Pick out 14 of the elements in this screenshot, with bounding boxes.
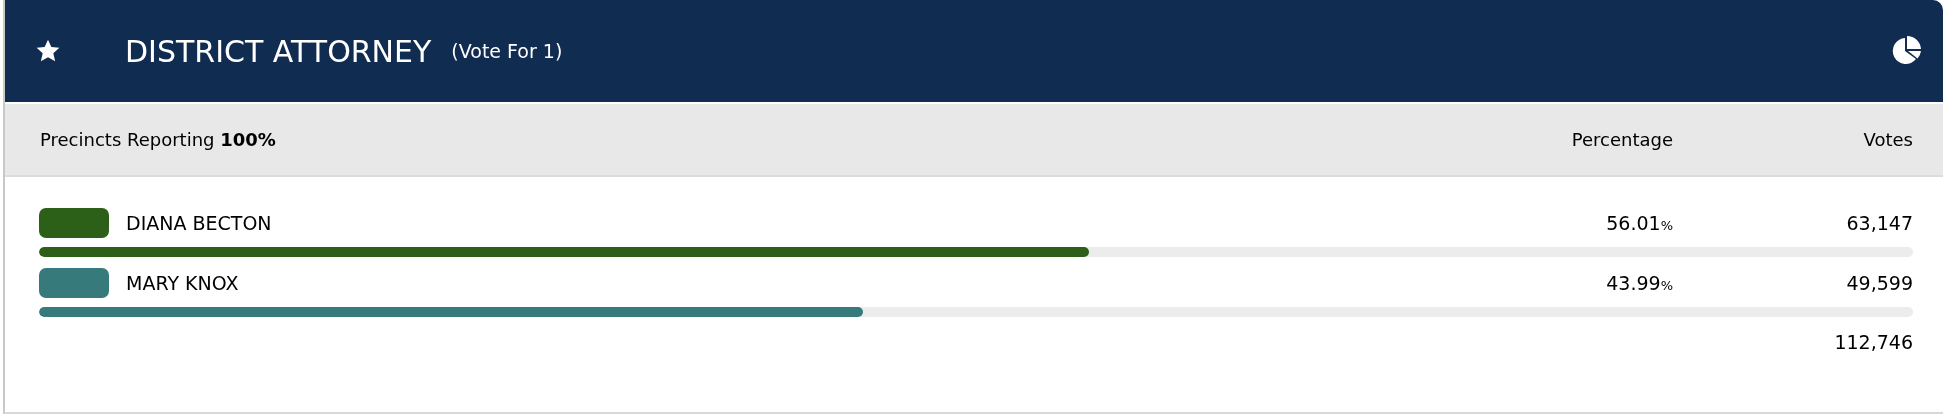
precincts-reporting: Precincts Reporting 100%: [40, 129, 277, 150]
contest-title: DISTRICT ATTORNEY: [125, 33, 432, 69]
pie-chart-icon[interactable]: [1891, 35, 1923, 67]
star-icon[interactable]: [35, 38, 61, 64]
candidate-name: MARY KNOX: [126, 272, 240, 294]
candidate-name: DIANA BECTON: [126, 212, 273, 234]
vote-count: 49,599: [1845, 272, 1913, 294]
vote-for-label: (Vote For 1): [451, 40, 563, 62]
column-heading: Percentage: [1570, 129, 1673, 150]
total-votes: 112,746: [1833, 331, 1913, 353]
vote-count: 63,147: [1845, 212, 1913, 234]
column-heading: Votes: [1862, 129, 1913, 150]
percentage-value: 56.01%: [1605, 212, 1673, 234]
percentage-value: 43.99%: [1605, 272, 1673, 294]
